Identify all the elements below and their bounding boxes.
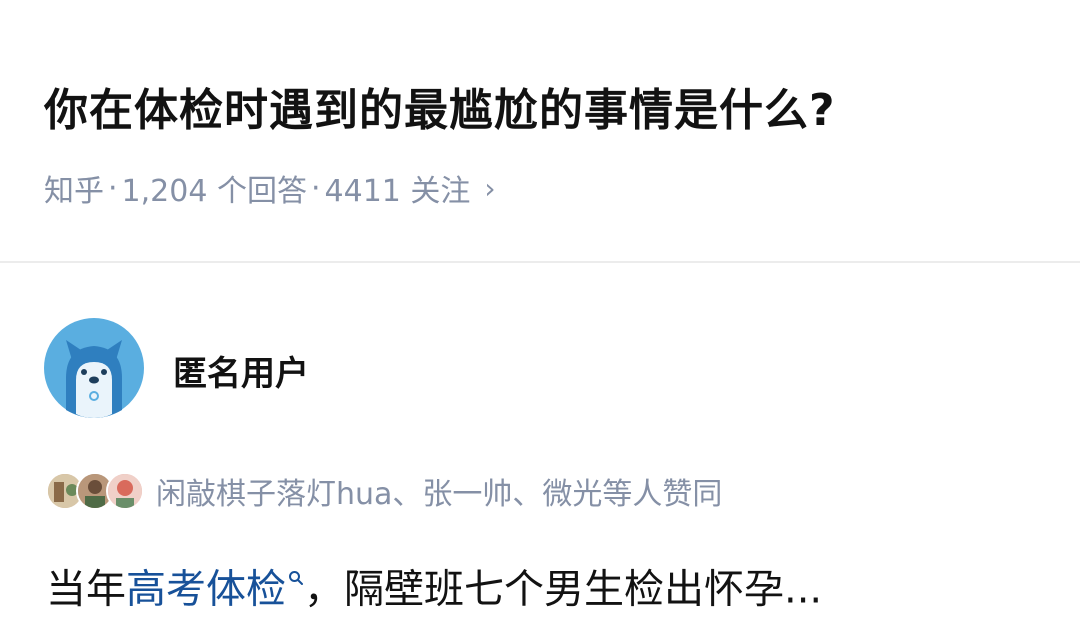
dot-separator: · bbox=[310, 170, 321, 206]
answer-content[interactable]: 当年高考体检 ，隔壁班七个男生检出怀孕... bbox=[46, 552, 822, 614]
chevron-right-icon[interactable]: › bbox=[484, 172, 495, 205]
question-meta[interactable]: 知乎 · 1,204 个回答 · 4411 关注 › bbox=[44, 166, 496, 210]
voter-avatars bbox=[46, 468, 146, 514]
question-title[interactable]: 你在体检时遇到的最尴尬的事情是什么? bbox=[44, 74, 836, 138]
voter-avatar bbox=[106, 472, 144, 510]
source-label: 知乎 bbox=[44, 174, 104, 209]
anonymous-avatar[interactable] bbox=[44, 318, 144, 418]
divider bbox=[0, 261, 1080, 263]
dot-separator: · bbox=[108, 170, 118, 206]
keyword-link[interactable]: 高考体检 bbox=[126, 566, 286, 612]
follow-count: 4411 关注 bbox=[324, 174, 471, 209]
content-prefix: 当年 bbox=[46, 566, 126, 613]
answer-count: 1,204 个回答 bbox=[121, 174, 307, 209]
author-name[interactable]: 匿名用户 bbox=[173, 346, 309, 395]
anonymous-dog-icon bbox=[44, 318, 144, 418]
search-icon[interactable] bbox=[288, 552, 304, 598]
voters-row[interactable]: 闲敲棋子落灯hua、张一帅、微光等人赞同 bbox=[46, 468, 722, 514]
voters-text: 闲敲棋子落灯hua、张一帅、微光等人赞同 bbox=[156, 477, 723, 512]
content-suffix: ，隔壁班七个男生检出怀孕... bbox=[304, 566, 823, 613]
